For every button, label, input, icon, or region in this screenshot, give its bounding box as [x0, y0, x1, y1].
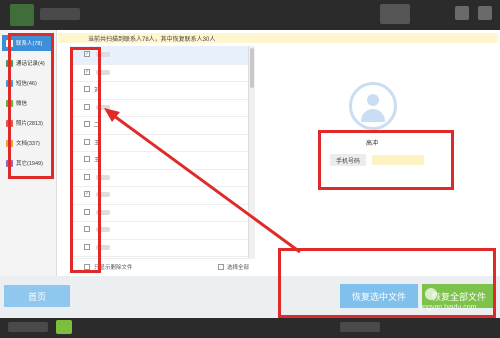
- annotation-arrow: [104, 108, 301, 254]
